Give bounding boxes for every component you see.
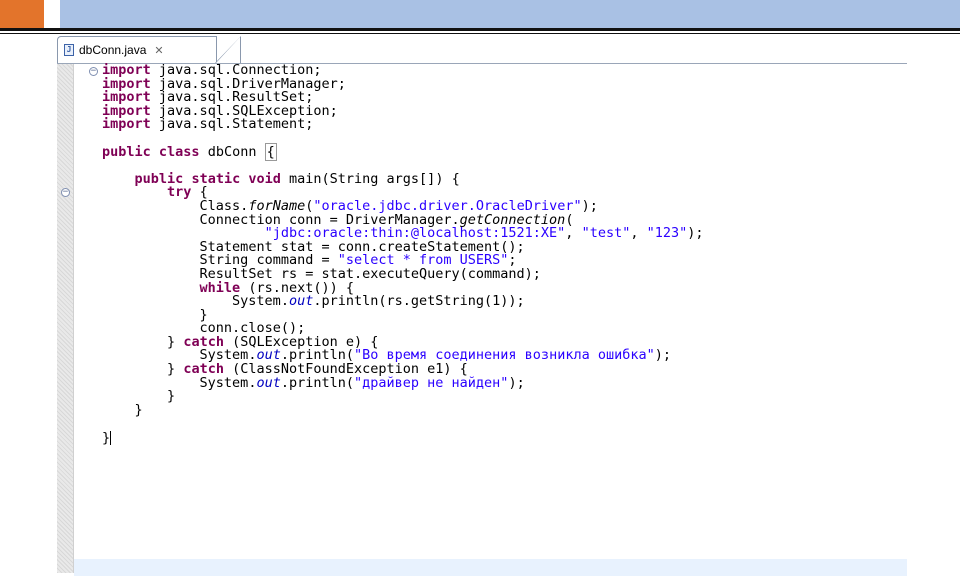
fold-toggle-imports-icon[interactable]: − xyxy=(89,67,98,76)
code-line: } xyxy=(167,388,176,405)
code-line: } xyxy=(134,401,143,418)
code-editor: J dbConn.java ✕ − − import java.sql.Conn… xyxy=(57,36,907,576)
overview-ruler xyxy=(57,64,73,573)
header-rule-thin xyxy=(0,33,960,34)
header-accent xyxy=(0,0,44,28)
header-gap xyxy=(44,0,60,28)
editor-tab-bar: J dbConn.java ✕ xyxy=(57,36,907,64)
slide-header-band xyxy=(0,0,960,28)
code-line: System.out.println("драйвер не найден"); xyxy=(199,374,525,391)
java-file-icon: J xyxy=(64,44,74,56)
code-line: import java.sql.Statement; xyxy=(102,116,314,133)
header-rule xyxy=(0,28,960,31)
current-line-highlight xyxy=(74,559,907,576)
tab-edge-fill xyxy=(216,37,240,63)
close-icon[interactable]: ✕ xyxy=(154,44,163,57)
code-line: } xyxy=(102,430,112,447)
code-line: public class dbConn { xyxy=(102,142,277,161)
text-cursor xyxy=(110,431,112,446)
fold-toggle-main-icon[interactable]: − xyxy=(61,188,70,197)
code-lines: import java.sql.Connection; import java.… xyxy=(102,63,704,447)
code-area[interactable]: − − import java.sql.Connection; import j… xyxy=(57,63,907,576)
editor-tab-dbconn[interactable]: J dbConn.java ✕ xyxy=(57,36,217,63)
gutter-border xyxy=(73,64,74,573)
tab-filename: dbConn.java xyxy=(79,43,147,57)
